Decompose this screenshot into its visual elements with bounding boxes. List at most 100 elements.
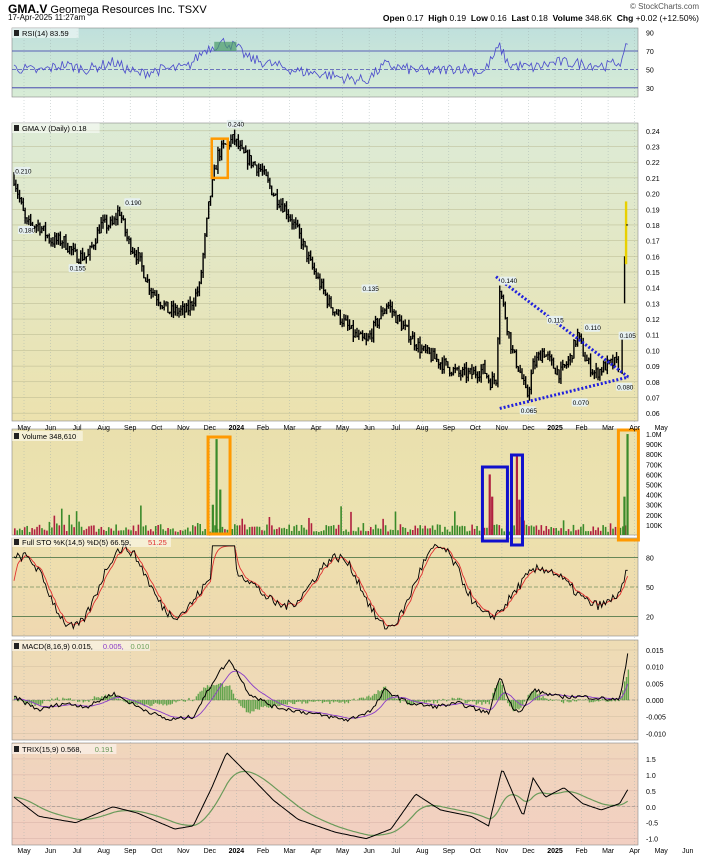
macd-histogram-bar: [377, 690, 379, 701]
volume-bar: [196, 523, 199, 535]
trix-panel-bg: [11, 742, 639, 846]
macd-histogram-bar: [295, 700, 298, 702]
macd-histogram-bar: [490, 699, 492, 701]
volume-bar: [557, 530, 560, 535]
macd-histogram-bar: [321, 700, 324, 704]
macd-histogram-bar: [471, 700, 474, 702]
volume-bar: [367, 531, 370, 535]
rsi-tick-label: 70: [646, 49, 654, 56]
month-label-top: Sep: [124, 425, 137, 432]
macd-histogram-bar: [206, 685, 209, 701]
volume-bar: [540, 525, 543, 535]
month-label-top: Apr: [629, 425, 641, 432]
month-label-bottom: May: [655, 848, 669, 855]
volume-bar: [496, 524, 498, 535]
volume-bar: [263, 530, 266, 535]
volume-bar: [85, 528, 88, 535]
macd-histogram-bar: [442, 698, 444, 701]
volume-bar: [461, 525, 464, 535]
volume-bar: [191, 525, 194, 535]
volume-bar: [295, 524, 298, 535]
macd-histogram-bar: [368, 695, 370, 701]
volume-bar: [429, 528, 431, 535]
macd-histogram-bar: [588, 700, 591, 703]
macd-tick-label: 0.010: [646, 665, 664, 672]
volume-bar: [547, 529, 550, 535]
volume-bar: [83, 530, 85, 535]
volume-bar: [379, 528, 382, 535]
volume-bar: [137, 524, 140, 535]
price-tick-label: 0.23: [646, 145, 660, 152]
macd-histogram-bar: [427, 700, 429, 702]
volume-bar: [451, 525, 454, 535]
volume-spike-bar: [515, 454, 519, 535]
month-label-bottom: Aug: [97, 848, 110, 855]
volume-bar: [70, 524, 73, 535]
macd-histogram-bar: [86, 700, 88, 701]
macd-histogram-bar: [451, 697, 453, 701]
macd-histogram-bar: [166, 700, 168, 706]
macd-histogram-bar: [340, 700, 342, 703]
volume-bar: [533, 526, 535, 535]
macd-histogram-bar: [151, 700, 153, 706]
volume-bar: [117, 530, 120, 535]
volume-bar: [179, 530, 182, 535]
macd-histogram-bar: [366, 696, 368, 701]
volume-bar: [342, 531, 345, 535]
macd-histogram-bar: [316, 700, 318, 702]
volume-tick-label: 1.0M: [646, 432, 662, 439]
volume-bar: [167, 528, 169, 535]
macd-histogram-bar: [573, 700, 576, 702]
volume-bar: [243, 524, 246, 535]
volume-bar: [177, 531, 179, 535]
macd-histogram-bar: [182, 700, 185, 702]
month-label-top: Dec: [204, 425, 217, 432]
macd-histogram-bar: [549, 698, 552, 701]
volume-bar: [231, 529, 234, 535]
macd-histogram-bar: [342, 700, 344, 702]
price-annotation-label: 0.155: [70, 266, 87, 273]
volume-bar: [332, 525, 335, 535]
volume-bar: [305, 529, 308, 535]
macd-histogram-bar: [429, 700, 431, 703]
volume-bar: [132, 525, 135, 535]
volume-bar: [421, 528, 424, 535]
volume-bar: [174, 531, 177, 535]
volume-bar: [58, 525, 61, 535]
rsi-label: RSI(14) 83.59: [22, 29, 69, 38]
macd-histogram-bar: [253, 700, 255, 712]
volume-bar: [607, 531, 609, 535]
macd-histogram-bar: [403, 700, 405, 702]
volume-bar: [528, 526, 530, 535]
macd-histogram-bar: [303, 700, 305, 702]
macd-histogram-bar: [301, 700, 303, 704]
macd-histogram-bar: [95, 697, 97, 701]
volume-bar: [449, 531, 451, 535]
volume-bar: [268, 516, 271, 535]
macd-histogram-bar: [523, 700, 526, 702]
macd-histogram-bar: [299, 700, 301, 702]
macd-histogram-bar: [147, 700, 149, 705]
volume-bar: [43, 529, 46, 535]
volume-bar: [538, 529, 540, 535]
month-label-top: Feb: [257, 425, 269, 432]
volume-bar: [352, 530, 355, 535]
volume-bar: [592, 526, 595, 535]
macd-tick-label: 0.000: [646, 698, 664, 705]
month-label-top: Jul: [391, 425, 400, 432]
macd-histogram-bar: [440, 700, 442, 701]
volume-bar: [486, 527, 488, 535]
macd-histogram-bar: [262, 700, 264, 708]
macd-histogram-bar: [65, 698, 68, 701]
volume-bar: [327, 526, 330, 535]
volume-bar: [404, 527, 407, 535]
macd-histogram-bar: [305, 700, 307, 704]
volume-spike-bar: [623, 496, 626, 535]
volume-bar: [493, 524, 496, 535]
volume-bar: [387, 531, 389, 535]
macd-histogram-bar: [115, 698, 118, 701]
macd-histogram-bar: [167, 700, 170, 705]
volume-bar: [60, 508, 63, 535]
macd-histogram-bar: [223, 686, 225, 701]
price-annotation-label: 0.210: [15, 168, 32, 175]
